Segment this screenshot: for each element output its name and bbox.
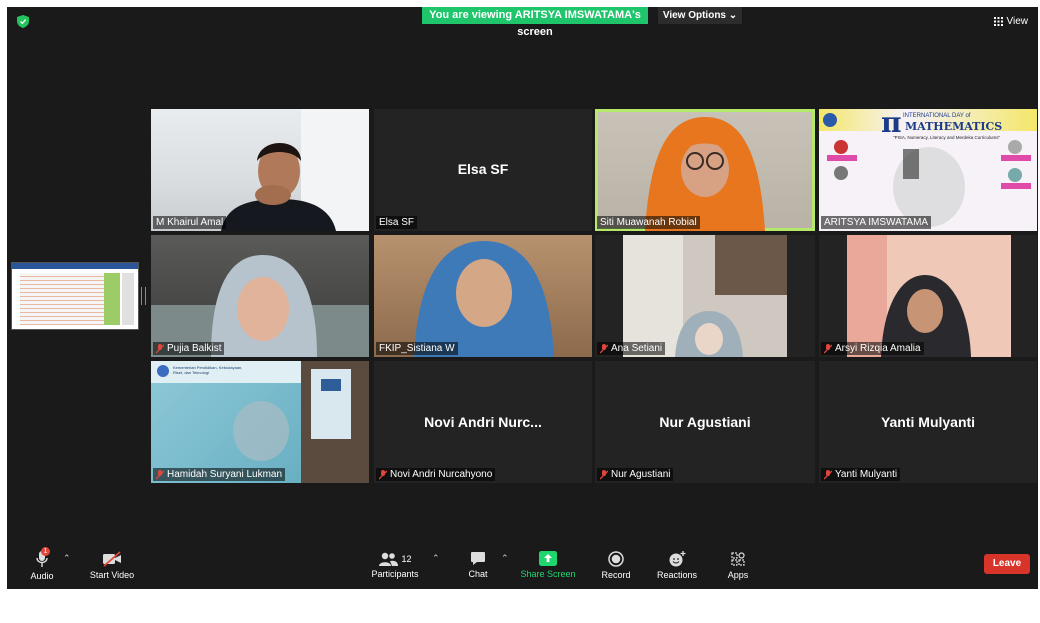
reactions-button[interactable]: Reactions (655, 541, 699, 589)
chat-options-chevron-icon[interactable]: ⌃ (501, 553, 509, 564)
top-bar: You are viewing ARITSYA IMSWATAMA's scre… (7, 7, 1038, 38)
mic-muted-icon (156, 343, 164, 353)
thumbnail-resize-handle[interactable] (141, 287, 146, 305)
mic-muted-icon (379, 469, 387, 479)
video-tile[interactable]: π INTERNATIONAL DAY of MATHEMATICS "PISA… (819, 109, 1037, 231)
participant-name: Ana Setiani (611, 343, 663, 354)
record-button[interactable]: Record (599, 541, 633, 589)
start-video-label: Start Video (89, 569, 135, 580)
view-options-label: View Options (662, 10, 726, 21)
video-tile[interactable]: Yanti Mulyanti Yanti Mulyanti (819, 361, 1037, 483)
apps-label: Apps (727, 569, 749, 580)
participant-video (151, 255, 369, 357)
reactions-label: Reactions (656, 569, 698, 580)
viewing-screen-banner: You are viewing ARITSYA IMSWATAMA's scre… (422, 7, 648, 38)
participant-display-name: Novi Andri Nurc... (424, 414, 542, 430)
participants-button[interactable]: 12 Participants (367, 541, 423, 589)
video-tile[interactable]: Kementerian Pendidikan, Kebudayaan, Rise… (151, 361, 369, 483)
participants-options-chevron-icon[interactable]: ⌃ (432, 553, 440, 564)
share-screen-icon (539, 551, 557, 566)
video-tile[interactable]: FKIP_Sistiana W (374, 235, 592, 357)
active-speaker-tile[interactable]: Siti Muawanah Robial (595, 109, 815, 231)
mic-muted-icon (824, 469, 832, 479)
video-tile[interactable]: Novi Andri Nurc... Novi Andri Nurcahyono (374, 361, 592, 483)
video-tile[interactable]: Elsa SF Elsa SF (374, 109, 592, 231)
apps-button[interactable]: Apps (721, 541, 755, 589)
participant-name: Pujia Balkist (167, 343, 222, 354)
video-tile[interactable]: M Khairul Amal (151, 109, 369, 231)
mic-muted-icon (600, 469, 608, 479)
chat-label: Chat (468, 569, 488, 579)
zoom-window: You are viewing ARITSYA IMSWATAMA's scre… (7, 7, 1038, 589)
view-options-button[interactable]: View Options ⌄ (658, 7, 742, 24)
shared-screen-thumbnail[interactable] (11, 262, 139, 330)
audio-button[interactable]: 1 Audio (25, 541, 59, 589)
mic-muted-icon (824, 343, 832, 353)
video-tile[interactable]: Ana Setiani (595, 235, 815, 357)
participant-name: M Khairul Amal (156, 217, 224, 228)
share-screen-button[interactable]: Share Screen (519, 541, 577, 589)
poster-face-graphic (827, 140, 1031, 227)
participants-label: Participants (371, 568, 419, 579)
participant-name: Hamidah Suryani Lukman (167, 469, 283, 480)
meeting-toolbar: 1 Audio ⌃ Start Video 12 Participants ⌃ … (7, 541, 1038, 589)
participant-name: Arsyi Rizqia Amalia (835, 343, 921, 354)
audio-alert-badge: 1 (41, 546, 50, 556)
participant-display-name: Elsa SF (457, 161, 509, 177)
participant-display-name: Nur Agustiani (659, 414, 751, 430)
participant-video (847, 235, 1011, 357)
video-tile[interactable]: Arsyi Rizqia Amalia (819, 235, 1037, 357)
participant-name: Novi Andri Nurcahyono (390, 469, 493, 480)
audio-label: Audio (30, 570, 54, 581)
shield-icon[interactable] (17, 15, 29, 28)
chat-button[interactable]: Chat (463, 541, 493, 589)
view-button[interactable]: View (993, 16, 1029, 27)
share-screen-label: Share Screen (520, 569, 576, 579)
chevron-down-icon: ⌄ (728, 10, 738, 21)
view-label: View (1006, 16, 1029, 27)
ministry-logo (157, 365, 169, 377)
record-label: Record (601, 569, 631, 580)
participants-count: 12 (401, 553, 412, 564)
grid-icon (993, 17, 1003, 26)
participant-video (151, 361, 369, 483)
participant-display-name: Yanti Mulyanti (880, 414, 976, 430)
participant-name: Yanti Mulyanti (835, 469, 898, 480)
audio-options-chevron-icon[interactable]: ⌃ (63, 553, 71, 564)
record-icon (608, 550, 624, 567)
participant-video (221, 109, 369, 231)
ministry-label: Kementerian Pendidikan, Kebudayaan, Rise… (173, 365, 243, 375)
participants-icon (379, 552, 399, 566)
start-video-button[interactable]: Start Video (87, 541, 137, 589)
participant-name: Elsa SF (379, 217, 415, 228)
video-tile[interactable]: Nur Agustiani Nur Agustiani (595, 361, 815, 483)
participant-name: Nur Agustiani (611, 469, 671, 480)
participant-video (414, 241, 554, 357)
participant-video (623, 235, 787, 357)
video-off-icon (103, 550, 121, 567)
reactions-icon (669, 550, 686, 566)
mic-muted-icon (156, 469, 164, 479)
participant-name: Siti Muawanah Robial (600, 217, 697, 228)
participant-name: FKIP_Sistiana W (379, 343, 455, 354)
apps-icon (731, 551, 745, 566)
leave-button[interactable]: Leave (984, 554, 1030, 574)
event-poster: π INTERNATIONAL DAY of MATHEMATICS "PISA… (819, 109, 1037, 231)
video-tile[interactable]: Pujia Balkist (151, 235, 369, 357)
chat-icon (471, 552, 485, 565)
participant-name: ARITSYA IMSWATAMA (824, 217, 929, 228)
participant-video (645, 117, 765, 231)
mic-muted-icon (600, 343, 608, 353)
